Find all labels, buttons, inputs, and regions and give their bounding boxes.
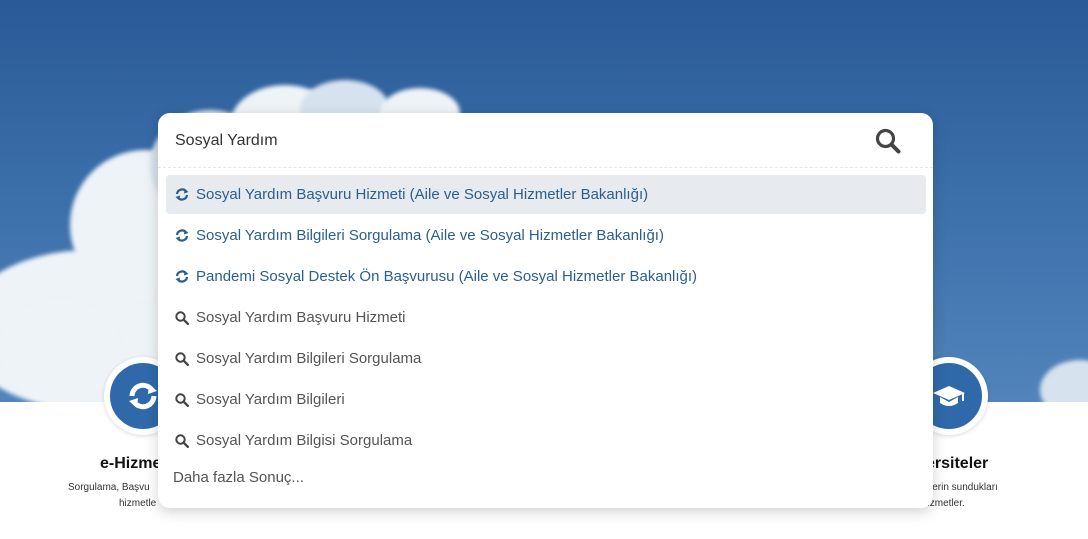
e-service-icon — [174, 187, 190, 203]
universities-card-title: ersiteler — [926, 455, 989, 472]
suggestion-item[interactable]: Sosyal Yardım Bilgisi Sorgulama — [166, 421, 926, 460]
suggestion-label: Sosyal Yardım Bilgileri — [196, 391, 345, 408]
suggestion-item[interactable]: Pandemi Sosyal Destek Ön Başvurusu (Aile… — [166, 257, 926, 296]
e-service-card-desc: Sorgulama, Başvu hizmetle — [68, 482, 157, 509]
search-icon — [875, 128, 901, 154]
suggestion-list: Sosyal Yardım Başvuru Hizmeti (Aile ve S… — [166, 175, 926, 462]
suggestion-item[interactable]: Sosyal Yardım Başvuru Hizmeti (Aile ve S… — [166, 175, 926, 214]
suggestion-label: Sosyal Yardım Bilgisi Sorgulama — [196, 432, 413, 449]
suggestion-item[interactable]: Sosyal Yardım Başvuru Hizmeti — [166, 298, 926, 337]
more-results-link[interactable]: Daha fazla Sonuç... — [173, 469, 304, 486]
search-button[interactable] — [873, 126, 903, 156]
search-icon — [174, 310, 190, 326]
suggestion-item[interactable]: Sosyal Yardım Bilgileri Sorgulama — [166, 339, 926, 378]
suggestion-label: Sosyal Yardım Bilgileri Sorgulama (Aile … — [196, 227, 664, 244]
suggestion-label: Pandemi Sosyal Destek Ön Başvurusu (Aile… — [196, 268, 698, 285]
e-service-icon — [174, 228, 190, 244]
suggestion-label: Sosyal Yardım Bilgileri Sorgulama — [196, 350, 422, 367]
suggestion-item[interactable]: Sosyal Yardım Bilgileri — [166, 380, 926, 419]
e-service-icon — [174, 269, 190, 285]
search-icon — [174, 433, 190, 449]
search-icon — [174, 351, 190, 367]
e-service-card-title: e-Hizme — [100, 455, 162, 472]
search-panel: Sosyal Yardım Başvuru Hizmeti (Aile ve S… — [158, 113, 933, 508]
search-icon — [174, 392, 190, 408]
search-bar — [158, 113, 933, 168]
search-input[interactable] — [173, 127, 857, 155]
suggestion-label: Sosyal Yardım Başvuru Hizmeti — [196, 309, 406, 326]
suggestion-item[interactable]: Sosyal Yardım Bilgileri Sorgulama (Aile … — [166, 216, 926, 255]
suggestion-label: Sosyal Yardım Başvuru Hizmeti (Aile ve S… — [196, 186, 649, 203]
universities-card-desc: lerin sundukları hizmetler. — [922, 482, 998, 509]
